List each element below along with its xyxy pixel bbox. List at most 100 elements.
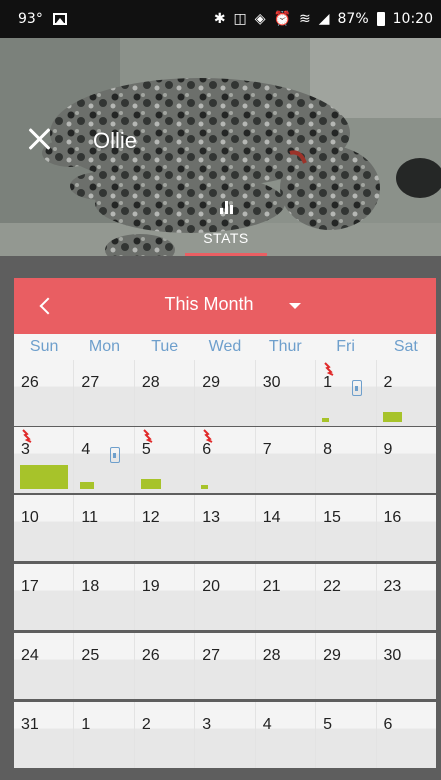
day-number: 5 bbox=[141, 441, 151, 458]
calendar-day-cell[interactable]: 31 bbox=[14, 702, 75, 768]
activity-bar bbox=[201, 485, 209, 489]
calendar-day-cell[interactable]: 25 bbox=[74, 633, 135, 699]
nfc-icon: ◫ bbox=[233, 11, 247, 27]
day-number: 13 bbox=[202, 509, 221, 526]
calendar-week-row: 31 1 2 3 4 5 6 bbox=[14, 702, 436, 768]
battery-percent: 87% bbox=[337, 11, 369, 27]
calendar-day-cell[interactable]: 26 bbox=[14, 360, 75, 426]
tab-indicator bbox=[185, 253, 267, 256]
activity-bar bbox=[322, 418, 330, 422]
day-number: 28 bbox=[262, 647, 281, 664]
app-screen: 93° ✱ ◫ ◈ ⏰ ≋ ◢ 87% 10:20 Ollie STATS Th… bbox=[0, 0, 441, 780]
calendar-day-cell[interactable]: 19 bbox=[134, 564, 196, 630]
calendar-day-cell[interactable]: 24 bbox=[14, 633, 75, 699]
calendar-day-cell[interactable]: 4 bbox=[255, 702, 317, 768]
calendar-day-cell[interactable]: 13 bbox=[195, 495, 256, 561]
month-selector[interactable]: This Month bbox=[14, 294, 436, 315]
day-number: 11 bbox=[81, 509, 99, 526]
tab-stats-label: STATS bbox=[203, 230, 249, 246]
calendar-day-cell[interactable]: 11 bbox=[74, 495, 135, 561]
day-number: 30 bbox=[262, 374, 281, 391]
activity-bar bbox=[20, 465, 68, 489]
calendar-day-cell[interactable]: 15 bbox=[316, 495, 377, 561]
weekday-label: Tue bbox=[151, 338, 179, 355]
calendar-day-cell[interactable]: 14 bbox=[255, 495, 317, 561]
month-title: This Month bbox=[164, 294, 254, 314]
calendar-day-cell[interactable]: 26 bbox=[134, 633, 196, 699]
calendar-day-cell[interactable]: 22 bbox=[316, 564, 377, 630]
day-number: 27 bbox=[81, 374, 100, 391]
calendar-day-cell[interactable]: 27 bbox=[195, 633, 256, 699]
calendar-day-cell[interactable]: 30 bbox=[376, 633, 436, 699]
day-number: 5 bbox=[323, 716, 333, 733]
weekday-label: Sun bbox=[29, 338, 59, 355]
calendar-day-cell[interactable]: 23 bbox=[376, 564, 436, 630]
day-number: 29 bbox=[202, 374, 221, 391]
day-number: 6 bbox=[383, 716, 393, 733]
day-number: 26 bbox=[141, 647, 160, 664]
temperature-text: 93° bbox=[18, 11, 43, 27]
day-number: 23 bbox=[383, 578, 402, 595]
calendar-day-cell[interactable]: 17 bbox=[14, 564, 75, 630]
calendar-day-cell[interactable]: 1 bbox=[316, 360, 377, 426]
calendar-day-cell[interactable]: 10 bbox=[14, 495, 75, 561]
calendar-day-cell[interactable]: 9 bbox=[376, 427, 436, 493]
calendar-day-cell[interactable]: 7 bbox=[255, 427, 317, 493]
day-number: 1 bbox=[323, 374, 333, 391]
calendar-day-cell[interactable]: 29 bbox=[195, 360, 256, 426]
dropdown-arrow-icon[interactable] bbox=[289, 303, 301, 309]
calendar-week-row: 26 27 28 29 30 1 2 bbox=[14, 360, 436, 426]
month-header: This Month bbox=[14, 278, 436, 334]
day-number: 8 bbox=[323, 441, 333, 458]
calendar-day-cell[interactable]: 28 bbox=[134, 360, 196, 426]
calendar-day-cell[interactable]: 3 bbox=[195, 702, 256, 768]
day-number: 14 bbox=[262, 509, 281, 526]
activity-bar bbox=[140, 479, 161, 489]
day-number: 6 bbox=[202, 441, 212, 458]
device-icon bbox=[110, 447, 121, 463]
calendar: This Month Sun Mon Tue Wed Thur Fri Sat … bbox=[14, 262, 436, 780]
day-number: 16 bbox=[383, 509, 402, 526]
calendar-day-cell[interactable]: 30 bbox=[255, 360, 317, 426]
day-number: 3 bbox=[21, 441, 30, 458]
day-number: 28 bbox=[141, 374, 160, 391]
calendar-day-cell[interactable]: 2 bbox=[376, 360, 436, 426]
calendar-day-cell[interactable]: 16 bbox=[376, 495, 436, 561]
day-number: 3 bbox=[202, 716, 212, 733]
calendar-week-row: 3 4 5 6 7 8 9 bbox=[14, 427, 436, 493]
alarm-icon: ⏰ bbox=[273, 11, 291, 27]
day-number: 4 bbox=[81, 441, 91, 458]
close-icon[interactable] bbox=[26, 126, 52, 152]
calendar-week-row: 17 18 19 20 21 22 23 bbox=[14, 564, 436, 630]
calendar-day-cell[interactable]: 27 bbox=[74, 360, 135, 426]
weekday-label: Sat bbox=[393, 338, 418, 355]
calendar-day-cell[interactable]: 1 bbox=[74, 702, 135, 768]
calendar-day-cell[interactable]: 8 bbox=[316, 427, 377, 493]
calendar-day-cell[interactable]: 28 bbox=[255, 633, 317, 699]
day-number: 10 bbox=[21, 509, 39, 526]
calendar-day-cell[interactable]: 3 bbox=[14, 427, 75, 493]
header-photo: Ollie STATS bbox=[0, 38, 441, 256]
day-number: 24 bbox=[21, 647, 39, 664]
calendar-day-cell[interactable]: 29 bbox=[316, 633, 377, 699]
day-number: 2 bbox=[141, 716, 151, 733]
calendar-day-cell[interactable]: 2 bbox=[134, 702, 196, 768]
day-number: 2 bbox=[383, 374, 393, 391]
calendar-day-cell[interactable]: 5 bbox=[134, 427, 196, 493]
calendar-day-cell[interactable]: 18 bbox=[74, 564, 135, 630]
calendar-day-cell[interactable]: 12 bbox=[134, 495, 196, 561]
calendar-day-cell[interactable]: 21 bbox=[255, 564, 317, 630]
calendar-day-cell[interactable]: 20 bbox=[195, 564, 256, 630]
day-number: 26 bbox=[21, 374, 39, 391]
day-number: 25 bbox=[81, 647, 100, 664]
signal-icon: ◢ bbox=[318, 11, 330, 27]
calendar-day-cell[interactable]: 6 bbox=[376, 702, 436, 768]
day-number: 15 bbox=[323, 509, 341, 526]
calendar-day-cell[interactable]: 6 bbox=[195, 427, 256, 493]
calendar-day-cell[interactable]: 4 bbox=[74, 427, 135, 493]
day-number: 21 bbox=[262, 578, 281, 595]
calendar-day-cell[interactable]: 5 bbox=[316, 702, 377, 768]
day-number: 7 bbox=[262, 441, 272, 458]
tab-stats[interactable]: STATS bbox=[185, 201, 267, 256]
day-number: 27 bbox=[202, 647, 221, 664]
